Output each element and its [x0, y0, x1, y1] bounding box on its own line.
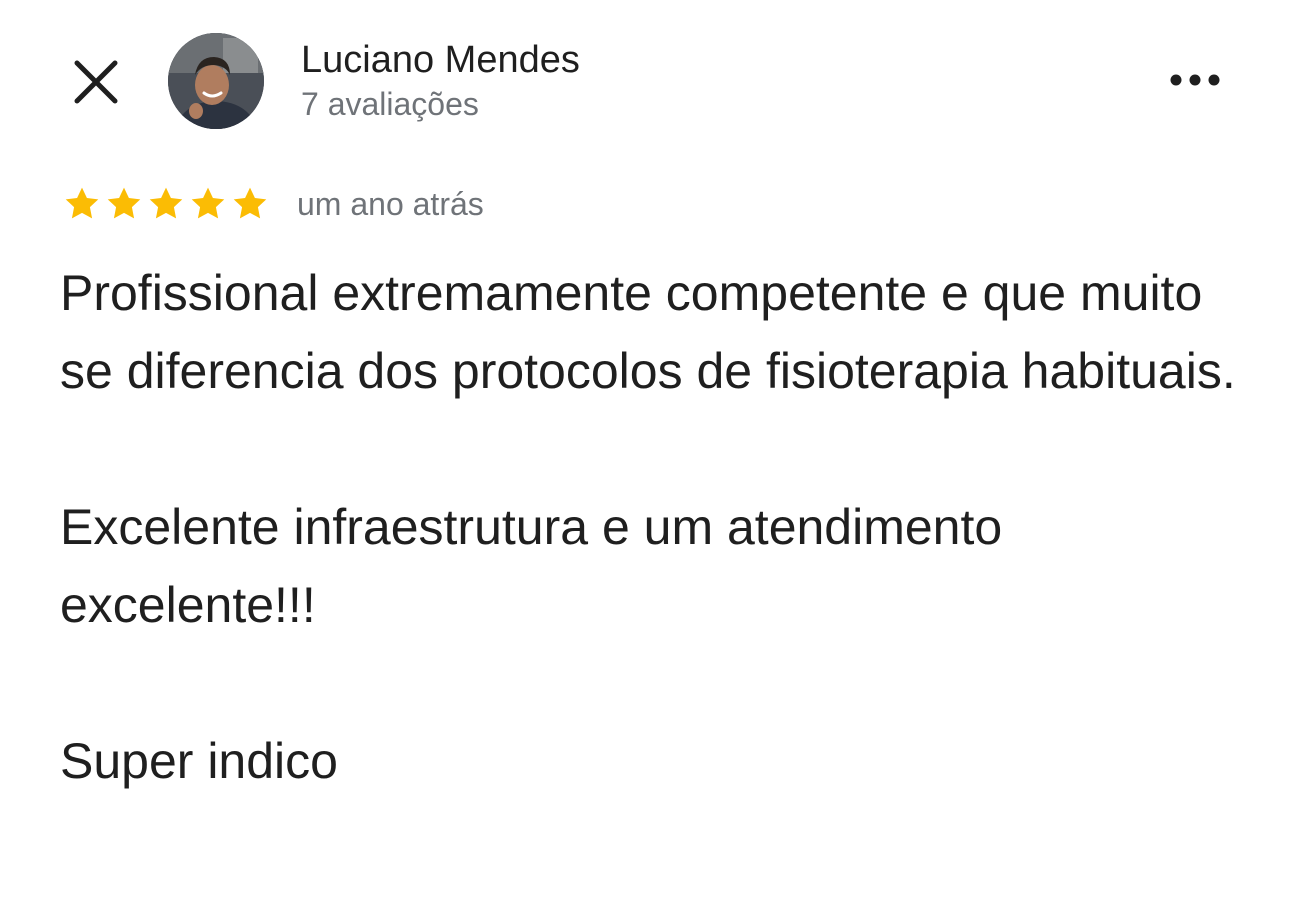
more-options-icon — [1170, 74, 1220, 86]
star-icon — [191, 187, 225, 219]
star-rating — [62, 184, 270, 224]
author-name[interactable]: Luciano Mendes — [301, 38, 580, 82]
review-count: 7 avaliações — [301, 86, 479, 122]
review-date: um ano atrás — [297, 185, 484, 222]
review-paragraph: Profissional extremamente competente e q… — [60, 265, 1236, 399]
more-options-button[interactable] — [1166, 62, 1224, 98]
review-text: Profissional extremamente competente e q… — [60, 254, 1240, 800]
star-icon — [65, 187, 99, 219]
review-paragraph: Excelente infraestrutura e um atendiment… — [60, 499, 1003, 633]
reviewer-info: Luciano Mendes 7 avaliações — [301, 38, 580, 124]
close-icon — [74, 60, 118, 104]
star-icon — [107, 187, 141, 219]
profile-photo — [168, 33, 264, 129]
rating-row: um ano atrás — [62, 182, 484, 226]
avatar[interactable] — [168, 33, 264, 129]
review-paragraph: Super indico — [60, 733, 338, 789]
star-icon — [233, 187, 267, 219]
star-icon — [149, 187, 183, 219]
close-button[interactable] — [70, 56, 122, 108]
